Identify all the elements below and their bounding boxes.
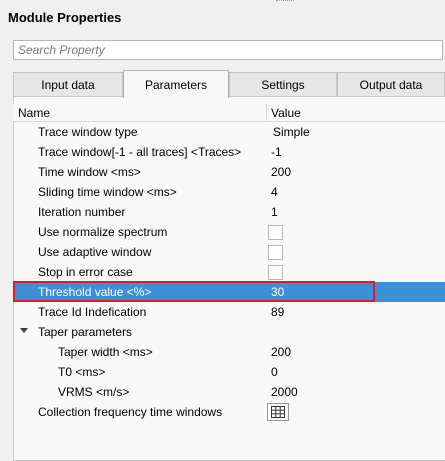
search-input[interactable] — [14, 41, 442, 59]
property-name: T0 <ms> — [58, 365, 106, 379]
property-name: Trace window type — [38, 125, 138, 139]
property-row[interactable]: Iteration number 1 — [13, 202, 445, 222]
property-row[interactable]: Sliding time window <ms> 4 — [13, 182, 445, 202]
property-name: VRMS <m/s> — [58, 385, 130, 399]
column-header-value[interactable]: Value — [271, 106, 301, 120]
property-value[interactable]: 30 — [271, 285, 284, 299]
property-name: Use adaptive window — [38, 245, 152, 259]
table-header: Name Value — [13, 104, 445, 122]
property-name: Trace Id Indefication — [38, 305, 147, 319]
property-name: Collection frequency time windows — [38, 405, 223, 419]
property-row[interactable]: T0 <ms> 0 — [13, 362, 445, 382]
property-row[interactable]: Trace Id Indefication 89 — [13, 302, 445, 322]
drag-grip[interactable] — [276, 0, 294, 4]
tab-input-data[interactable]: Input data — [13, 72, 123, 96]
property-name: Sliding time window <ms> — [38, 185, 177, 199]
property-name: Use normalize spectrum — [38, 225, 168, 239]
property-group-row[interactable]: Taper parameters — [13, 322, 445, 342]
property-row[interactable]: Use normalize spectrum — [13, 222, 445, 242]
table-grid-icon[interactable] — [267, 403, 289, 421]
property-row[interactable]: Collection frequency time windows — [13, 402, 445, 422]
property-value[interactable]: 1 — [271, 205, 278, 219]
property-row[interactable]: Taper width <ms> 200 — [13, 342, 445, 362]
search-field[interactable] — [13, 40, 443, 60]
column-separator[interactable] — [266, 104, 267, 121]
property-value[interactable]: 200 — [271, 345, 291, 359]
property-name: Time window <ms> — [38, 165, 141, 179]
property-value[interactable]: Simple — [273, 125, 310, 139]
property-row[interactable]: Trace window[-1 - all traces] <Traces> -… — [13, 142, 445, 162]
property-value[interactable]: 89 — [271, 305, 284, 319]
stop-in-error-checkbox[interactable] — [268, 265, 283, 280]
property-value[interactable]: -1 — [271, 145, 282, 159]
tab-parameters[interactable]: Parameters — [123, 70, 229, 98]
column-header-name[interactable]: Name — [18, 106, 50, 120]
property-row[interactable]: VRMS <m/s> 2000 — [13, 382, 445, 402]
triangle-down-icon[interactable] — [20, 328, 28, 333]
window-title: Module Properties — [8, 10, 122, 25]
property-row[interactable]: Stop in error case — [13, 262, 445, 282]
normalize-spectrum-checkbox[interactable] — [268, 225, 283, 240]
property-name: Stop in error case — [38, 265, 133, 279]
property-name: Iteration number — [38, 205, 126, 219]
property-row-selected[interactable]: Threshold value <%> 30 — [13, 282, 445, 302]
property-value[interactable]: 0 — [271, 365, 278, 379]
property-name: Trace window[-1 - all traces] <Traces> — [38, 145, 242, 159]
property-row[interactable]: Time window <ms> 200 — [13, 162, 445, 182]
tab-output-data[interactable]: Output data — [337, 72, 445, 96]
property-value[interactable]: 200 — [271, 165, 291, 179]
property-value[interactable]: 4 — [271, 185, 278, 199]
group-name: Taper parameters — [38, 325, 133, 339]
property-row[interactable]: Trace window type Simple — [13, 122, 445, 142]
property-name: Taper width <ms> — [58, 345, 153, 359]
property-name: Threshold value <%> — [38, 285, 152, 299]
property-value[interactable]: 2000 — [271, 385, 298, 399]
property-row[interactable]: Use adaptive window — [13, 242, 445, 262]
tab-bar: Input data Parameters Settings Output da… — [13, 70, 445, 98]
adaptive-window-checkbox[interactable] — [268, 245, 283, 260]
tab-settings[interactable]: Settings — [229, 72, 337, 96]
